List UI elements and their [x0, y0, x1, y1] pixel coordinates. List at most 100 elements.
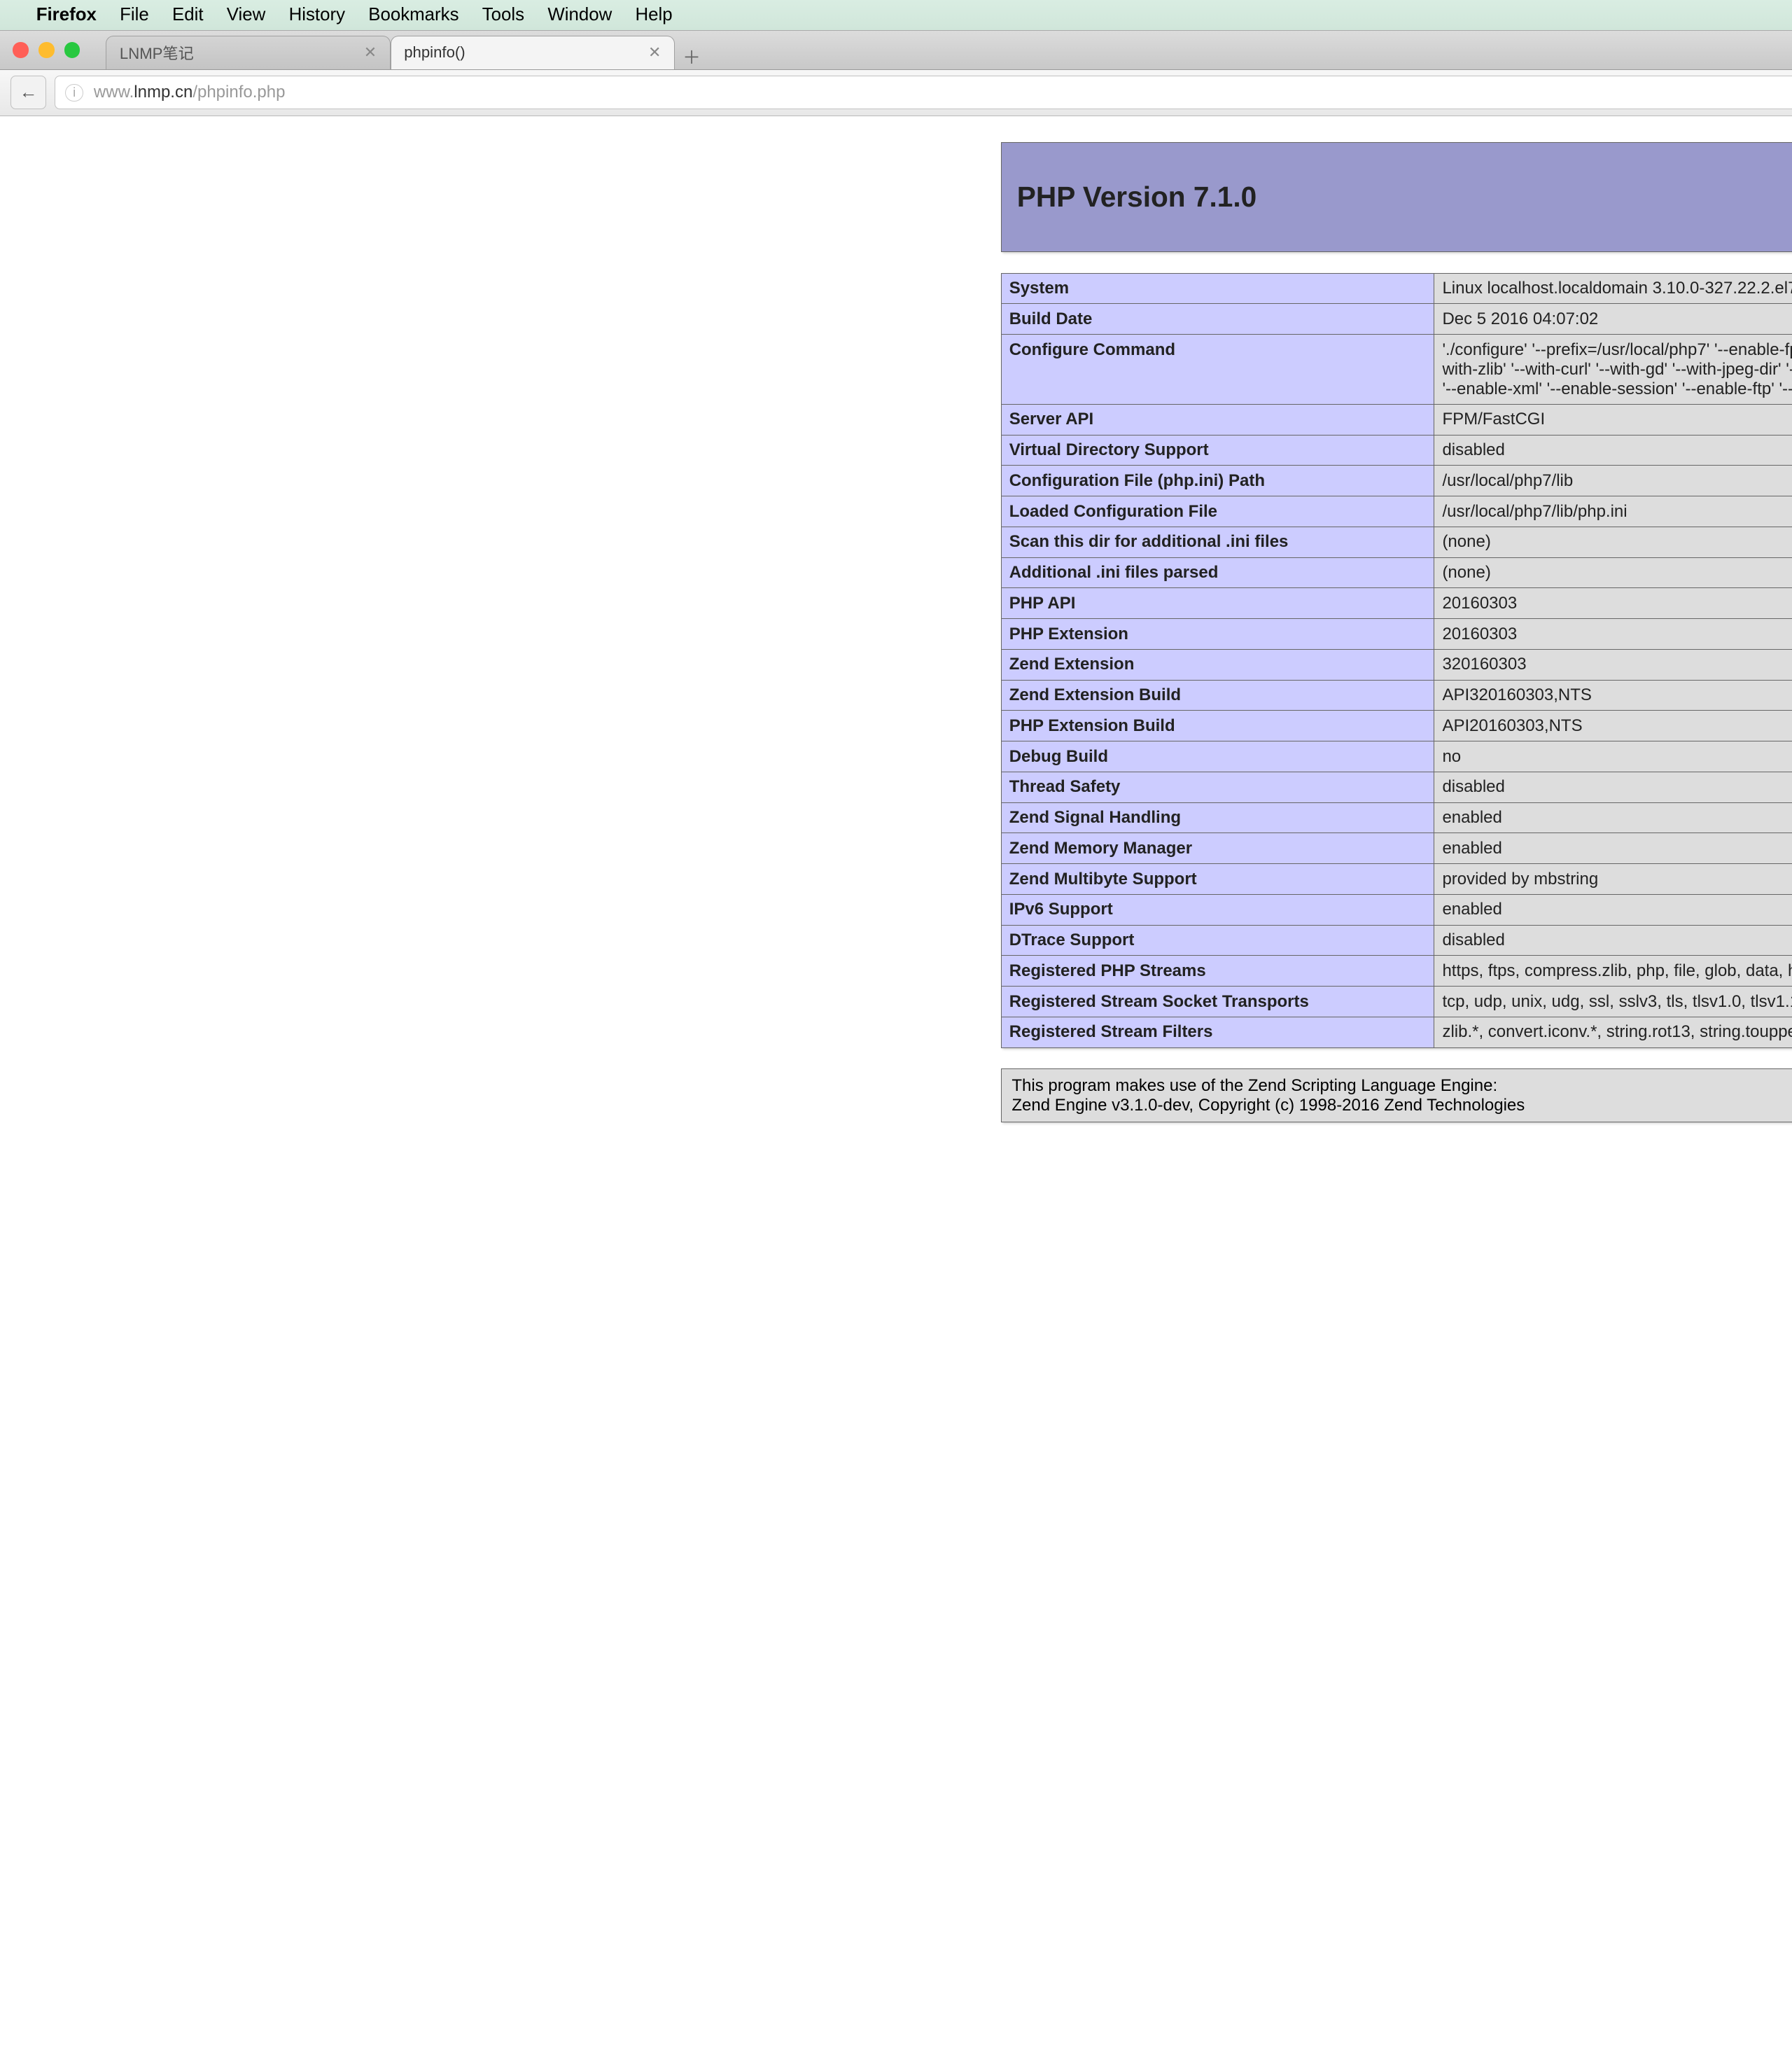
info-key: DTrace Support [1001, 925, 1434, 956]
info-value: enabled [1434, 802, 1792, 833]
url-path: /phpinfo.php [192, 83, 285, 102]
info-value: no [1434, 741, 1792, 772]
table-row: SystemLinux localhost.localdomain 3.10.0… [1001, 273, 1792, 304]
table-row: Zend Memory Managerenabled [1001, 833, 1792, 864]
table-row: Loaded Configuration File/usr/local/php7… [1001, 496, 1792, 527]
info-value: enabled [1434, 894, 1792, 925]
menu-bookmarks[interactable]: Bookmarks [368, 5, 458, 25]
close-tab-icon[interactable]: ✕ [648, 43, 662, 62]
window-minimize-button[interactable] [38, 42, 54, 57]
tab-lnmp[interactable]: LNMP笔记 ✕ [106, 36, 390, 69]
info-value: 20160303 [1434, 619, 1792, 650]
info-key: Configure Command [1001, 335, 1434, 405]
info-value: FPM/FastCGI [1434, 404, 1792, 435]
menu-file[interactable]: File [120, 5, 149, 25]
info-value: 320160303 [1434, 649, 1792, 680]
tab-strip: LNMP笔记 ✕ phpinfo() ✕ ＋ [106, 31, 701, 69]
info-value: zlib.*, convert.iconv.*, string.rot13, s… [1434, 1017, 1792, 1047]
table-row: PHP Extension BuildAPI20160303,NTS [1001, 711, 1792, 741]
table-row: Server APIFPM/FastCGI [1001, 404, 1792, 435]
table-row: Zend Extension BuildAPI320160303,NTS [1001, 680, 1792, 711]
php-version-title: PHP Version 7.1.0 [1017, 181, 1257, 214]
table-row: Registered Stream Filterszlib.*, convert… [1001, 1017, 1792, 1047]
info-key: PHP Extension Build [1001, 711, 1434, 741]
url-domain: lnmp.cn [134, 83, 192, 102]
info-value: API20160303,NTS [1434, 711, 1792, 741]
new-tab-button[interactable]: ＋ [682, 43, 701, 69]
info-value: /usr/local/php7/lib [1434, 466, 1792, 496]
table-row: Additional .ini files parsed(none) [1001, 557, 1792, 588]
table-row: Debug Buildno [1001, 741, 1792, 772]
info-value: './configure' '--prefix=/usr/local/php7'… [1434, 335, 1792, 405]
back-button[interactable]: ← [10, 76, 47, 109]
info-value: (none) [1434, 557, 1792, 588]
url-prefix: www. [94, 83, 134, 102]
info-value: /usr/local/php7/lib/php.ini [1434, 496, 1792, 527]
info-value: (none) [1434, 527, 1792, 557]
info-key: Zend Signal Handling [1001, 802, 1434, 833]
info-key: Virtual Directory Support [1001, 435, 1434, 466]
table-row: Configure Command'./configure' '--prefix… [1001, 335, 1792, 405]
phpinfo-header: PHP Version 7.1.0 php [1001, 142, 1792, 252]
table-row: Configuration File (php.ini) Path/usr/lo… [1001, 466, 1792, 496]
zend-line1: This program makes use of the Zend Scrip… [1011, 1076, 1525, 1096]
info-key: Thread Safety [1001, 772, 1434, 802]
zend-text: This program makes use of the Zend Scrip… [1011, 1076, 1525, 1115]
table-row: Thread Safetydisabled [1001, 772, 1792, 802]
info-key: PHP Extension [1001, 619, 1434, 650]
info-key: Debug Build [1001, 741, 1434, 772]
info-value: 20160303 [1434, 588, 1792, 619]
phpinfo-table: SystemLinux localhost.localdomain 3.10.0… [1001, 273, 1792, 1048]
table-row: Zend Extension320160303 [1001, 649, 1792, 680]
info-key: System [1001, 273, 1434, 304]
menu-edit[interactable]: Edit [172, 5, 204, 25]
tab-label: phpinfo() [404, 43, 465, 62]
zend-line2: Zend Engine v3.1.0-dev, Copyright (c) 19… [1011, 1096, 1525, 1115]
info-value: Linux localhost.localdomain 3.10.0-327.2… [1434, 273, 1792, 304]
info-key: Zend Extension Build [1001, 680, 1434, 711]
menu-view[interactable]: View [227, 5, 266, 25]
close-tab-icon[interactable]: ✕ [364, 43, 377, 62]
info-key: Server API [1001, 404, 1434, 435]
info-value: Dec 5 2016 04:07:02 [1434, 304, 1792, 335]
window-close-button[interactable] [13, 42, 28, 57]
navigation-toolbar: ← i www.lnmp.cn/phpinfo.php ⟳ 🔍 Google <… [0, 70, 1792, 116]
window-maximize-button[interactable] [64, 42, 80, 57]
macos-menubar: Firefox File Edit View History Bookmarks… [0, 0, 1792, 31]
menu-tools[interactable]: Tools [482, 5, 524, 25]
info-value: disabled [1434, 772, 1792, 802]
table-row: Build DateDec 5 2016 04:07:02 [1001, 304, 1792, 335]
info-key: Configuration File (php.ini) Path [1001, 466, 1434, 496]
info-key: Registered PHP Streams [1001, 956, 1434, 987]
info-key: Zend Memory Manager [1001, 833, 1434, 864]
info-key: Registered Stream Filters [1001, 1017, 1434, 1047]
site-info-icon[interactable]: i [65, 84, 83, 102]
info-value: tcp, udp, unix, udg, ssl, sslv3, tls, tl… [1434, 987, 1792, 1017]
menu-history[interactable]: History [289, 5, 345, 25]
menu-help[interactable]: Help [635, 5, 672, 25]
tab-label: LNMP笔记 [120, 41, 194, 64]
window-controls [13, 42, 80, 57]
zend-box: This program makes use of the Zend Scrip… [1001, 1068, 1792, 1122]
tab-phpinfo[interactable]: phpinfo() ✕ [391, 36, 675, 69]
info-key: Scan this dir for additional .ini files [1001, 527, 1434, 557]
app-name[interactable]: Firefox [36, 5, 97, 25]
info-key: Registered Stream Socket Transports [1001, 987, 1434, 1017]
info-key: Build Date [1001, 304, 1434, 335]
window-titlebar: LNMP笔记 ✕ phpinfo() ✕ ＋ [0, 31, 1792, 69]
address-bar[interactable]: i www.lnmp.cn/phpinfo.php [55, 76, 1792, 109]
table-row: PHP API20160303 [1001, 588, 1792, 619]
table-row: DTrace Supportdisabled [1001, 925, 1792, 956]
phpinfo-page: PHP Version 7.1.0 php SystemLinux localh… [1001, 142, 1792, 1122]
table-row: Zend Signal Handlingenabled [1001, 802, 1792, 833]
table-row: IPv6 Supportenabled [1001, 894, 1792, 925]
table-row: PHP Extension20160303 [1001, 619, 1792, 650]
info-key: Loaded Configuration File [1001, 496, 1434, 527]
table-row: Virtual Directory Supportdisabled [1001, 435, 1792, 466]
page-viewport[interactable]: PHP Version 7.1.0 php SystemLinux localh… [0, 116, 1792, 2069]
info-key: IPv6 Support [1001, 894, 1434, 925]
menu-window[interactable]: Window [547, 5, 612, 25]
info-value: provided by mbstring [1434, 864, 1792, 895]
info-key: PHP API [1001, 588, 1434, 619]
info-value: disabled [1434, 435, 1792, 466]
